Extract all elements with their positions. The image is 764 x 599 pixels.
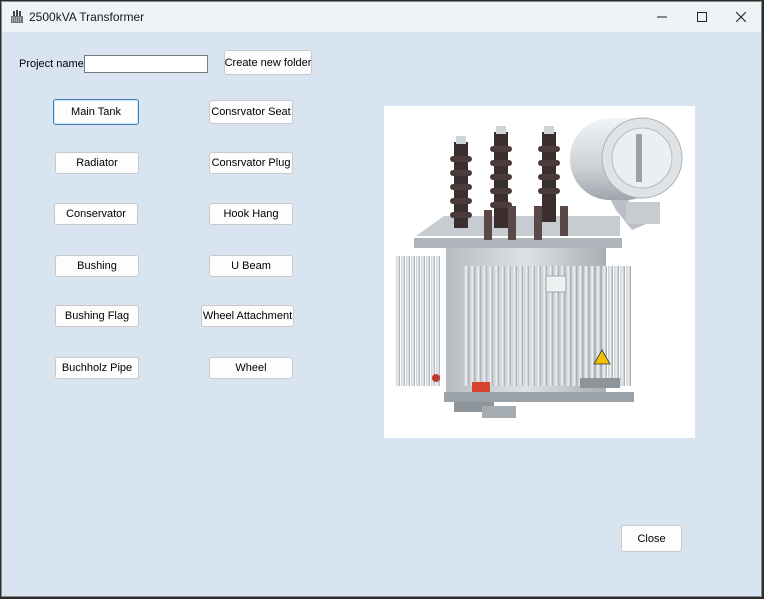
project-name-label: Project name bbox=[19, 58, 84, 70]
minimize-icon bbox=[657, 12, 667, 22]
bushing-button[interactable]: Bushing bbox=[55, 255, 139, 277]
window-title: 2500kVA Transformer bbox=[29, 10, 145, 24]
minimize-button[interactable] bbox=[640, 2, 684, 32]
bushing-flag-button[interactable]: Bushing Flag bbox=[55, 305, 139, 327]
conservator-seat-button[interactable]: Consrvator Seat bbox=[209, 100, 293, 124]
close-window-button[interactable] bbox=[719, 2, 761, 32]
close-button[interactable]: Close bbox=[621, 525, 682, 552]
close-icon bbox=[736, 12, 746, 22]
app-window: 2500kVA Transformer Project name Create … bbox=[1, 1, 762, 597]
conservator-button[interactable]: Conservator bbox=[54, 203, 138, 225]
create-new-folder-button[interactable]: Create new folder bbox=[224, 50, 312, 75]
maximize-button[interactable] bbox=[680, 2, 724, 32]
hook-hang-button[interactable]: Hook Hang bbox=[209, 203, 293, 225]
wheel-attachment-button[interactable]: Wheel Attachment bbox=[201, 305, 294, 327]
buchholz-pipe-button[interactable]: Buchholz Pipe bbox=[55, 357, 139, 379]
conservator-plug-button[interactable]: Consrvator Plug bbox=[209, 152, 293, 174]
radiator-button[interactable]: Radiator bbox=[55, 152, 139, 174]
wheel-button[interactable]: Wheel bbox=[209, 357, 293, 379]
transformer-icon bbox=[10, 10, 24, 24]
project-name-input[interactable] bbox=[84, 55, 208, 73]
title-bar[interactable]: 2500kVA Transformer bbox=[2, 2, 761, 32]
main-tank-button[interactable]: Main Tank bbox=[53, 99, 139, 125]
maximize-icon bbox=[697, 12, 707, 22]
u-beam-button[interactable]: U Beam bbox=[209, 255, 293, 277]
transformer-image bbox=[384, 106, 695, 438]
